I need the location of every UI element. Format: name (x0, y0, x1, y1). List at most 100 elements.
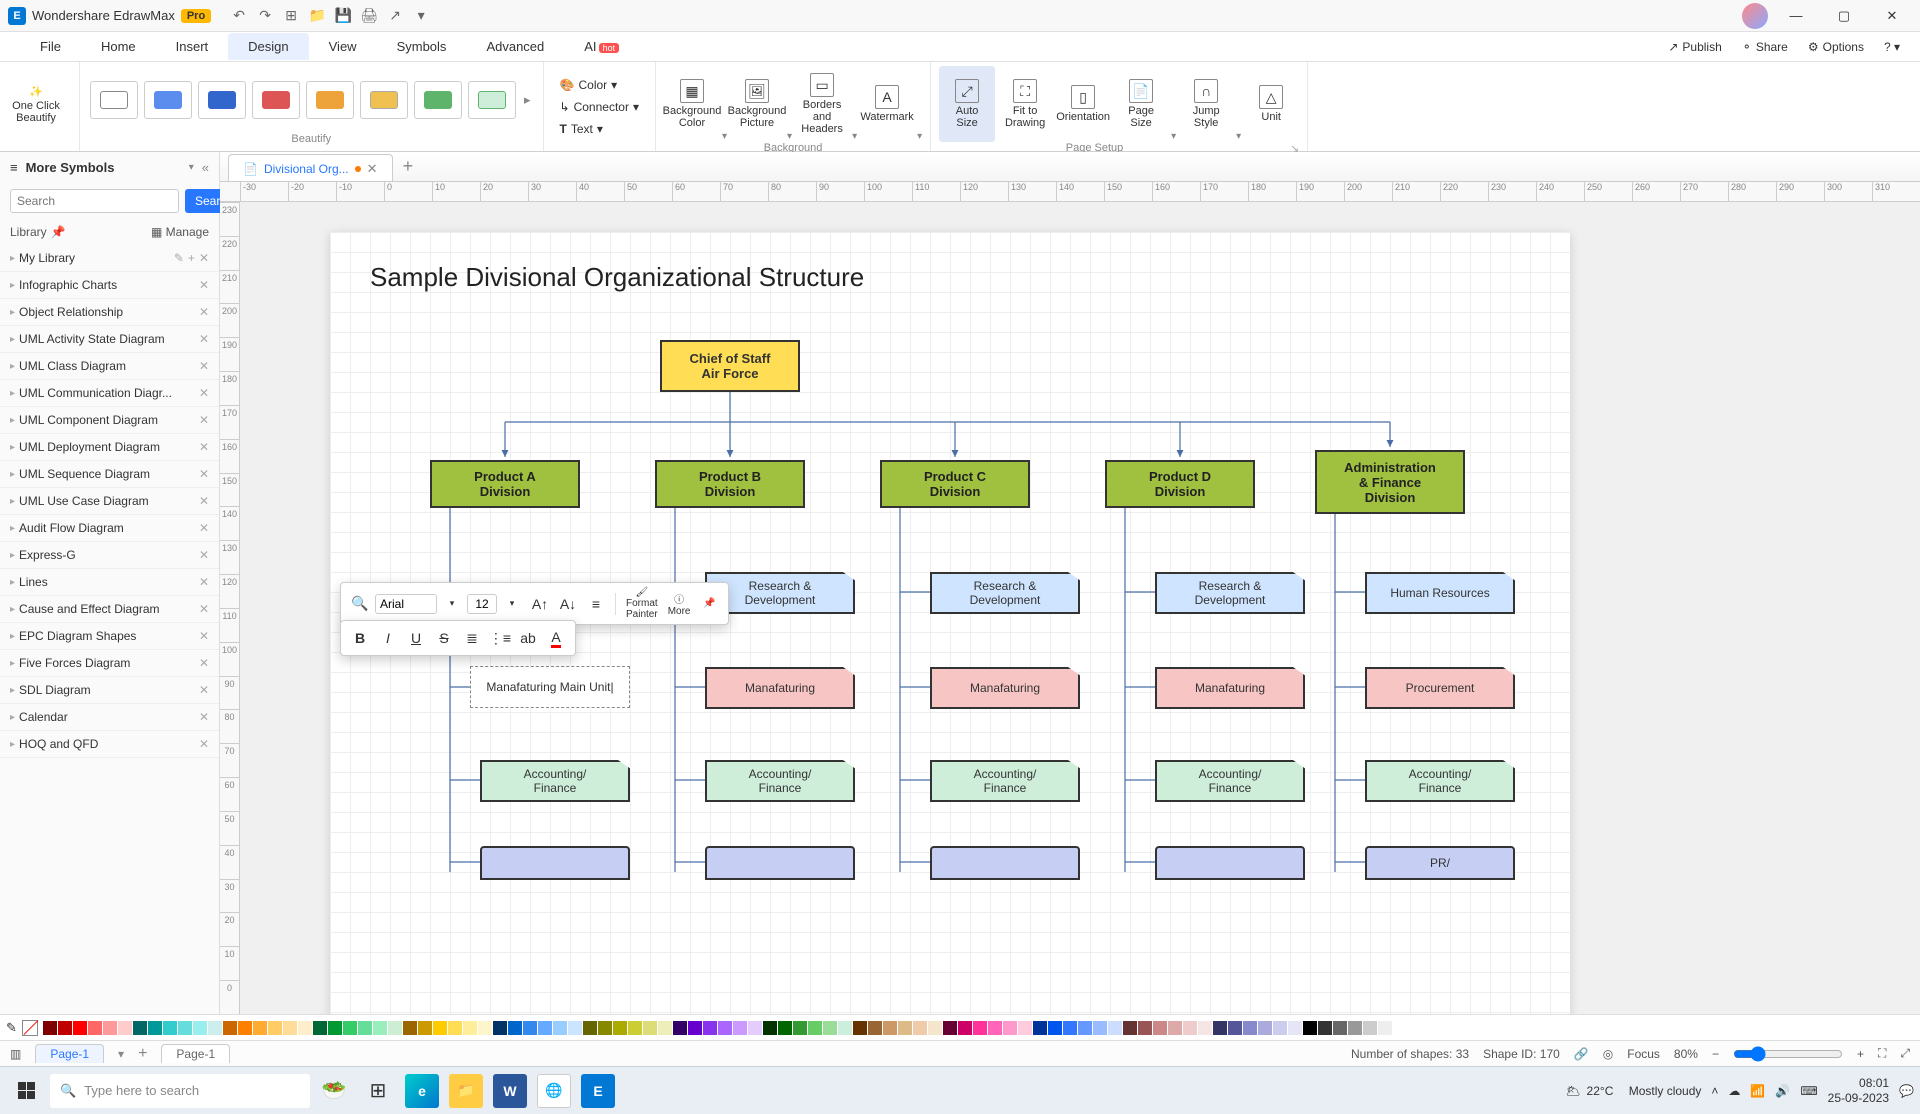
division-admin-box[interactable]: Administration & Finance Division (1315, 450, 1465, 514)
fit-to-drawing-button[interactable]: ⛶Fit to Drawing (997, 66, 1053, 142)
bullet-list-icon[interactable]: ⋮≡ (487, 625, 513, 651)
close-icon[interactable]: ✕ (199, 359, 209, 373)
close-icon[interactable]: ✕ (199, 278, 209, 292)
close-icon[interactable]: ✕ (199, 710, 209, 724)
taskbar-clock[interactable]: 08:01 25-09-2023 (1828, 1076, 1889, 1105)
strike-button[interactable]: S (431, 625, 457, 651)
menu-view[interactable]: View (309, 33, 377, 60)
close-icon[interactable]: ✕ (199, 386, 209, 400)
minimize-button[interactable]: — (1776, 0, 1816, 32)
auto-size-button[interactable]: ⤢Auto Size (939, 66, 995, 142)
color-swatch[interactable] (463, 1021, 477, 1035)
help-button[interactable]: ? ▾ (1876, 36, 1908, 58)
color-swatch[interactable] (1363, 1021, 1377, 1035)
orientation-button[interactable]: ▯Orientation (1055, 66, 1111, 142)
color-swatch[interactable] (928, 1021, 942, 1035)
style-preset-3[interactable] (198, 81, 246, 119)
color-swatch[interactable] (898, 1021, 912, 1035)
color-swatch[interactable] (148, 1021, 162, 1035)
division-b-box[interactable]: Product B Division (655, 460, 805, 508)
font-family-input[interactable] (375, 594, 437, 614)
sidebar-item-7[interactable]: ▸UML Sequence Diagram✕ (0, 461, 219, 488)
taskbar-food-icon[interactable]: 🥗 (314, 1071, 354, 1111)
color-swatch[interactable] (73, 1021, 87, 1035)
pr-box-admin[interactable]: PR/ (1365, 846, 1515, 880)
collapse-sidebar-icon[interactable]: « (202, 160, 209, 175)
diagram-title[interactable]: Sample Divisional Organizational Structu… (370, 262, 864, 293)
italic-button[interactable]: I (375, 625, 401, 651)
pr-box-b[interactable] (705, 846, 855, 880)
no-color-swatch[interactable] (22, 1020, 38, 1036)
color-swatch[interactable] (433, 1021, 447, 1035)
close-icon[interactable]: ✕ (199, 521, 209, 535)
user-avatar[interactable] (1742, 3, 1768, 29)
color-swatch[interactable] (58, 1021, 72, 1035)
color-swatch[interactable] (313, 1021, 327, 1035)
color-swatch[interactable] (688, 1021, 702, 1035)
decrease-font-icon[interactable]: A↓ (555, 591, 581, 617)
font-dropdown-icon[interactable]: ▾ (439, 591, 465, 617)
canvas[interactable]: Sample Divisional Organizational Structu… (240, 202, 1920, 1014)
sidebar-item-11[interactable]: ▸Lines✕ (0, 569, 219, 596)
style-preset-1[interactable] (90, 81, 138, 119)
close-icon[interactable]: ✕ (199, 332, 209, 346)
color-swatch[interactable] (88, 1021, 102, 1035)
color-swatch[interactable] (553, 1021, 567, 1035)
color-swatch[interactable] (1048, 1021, 1062, 1035)
sidebar-item-5[interactable]: ▸UML Component Diagram✕ (0, 407, 219, 434)
acct-box-a[interactable]: Accounting/ Finance (480, 760, 630, 802)
color-swatch[interactable] (883, 1021, 897, 1035)
focus-label[interactable]: Focus (1627, 1047, 1660, 1061)
color-swatch[interactable] (1168, 1021, 1182, 1035)
unit-button[interactable]: △Unit (1243, 66, 1299, 142)
color-swatch[interactable] (1243, 1021, 1257, 1035)
close-tab-icon[interactable]: ✕ (367, 161, 378, 177)
redo-icon[interactable]: ↷ (257, 8, 273, 24)
color-swatch[interactable] (1303, 1021, 1317, 1035)
color-swatch[interactable] (568, 1021, 582, 1035)
link-icon[interactable]: 🔗 (1574, 1047, 1589, 1061)
taskbar-search[interactable]: 🔍 Type here to search (50, 1074, 310, 1108)
library-label[interactable]: Library (10, 225, 47, 239)
maximize-button[interactable]: ▢ (1824, 0, 1864, 32)
color-swatch[interactable] (778, 1021, 792, 1035)
menu-symbols[interactable]: Symbols (377, 33, 467, 60)
share-button[interactable]: ⚬ Share (1734, 36, 1796, 58)
open-icon[interactable]: 📁 (309, 8, 325, 24)
color-swatch[interactable] (253, 1021, 267, 1035)
color-swatch[interactable] (478, 1021, 492, 1035)
color-swatch[interactable] (238, 1021, 252, 1035)
close-icon[interactable]: ✕ (199, 305, 209, 319)
print-icon[interactable]: 🖨 (361, 8, 377, 24)
rd-box-c[interactable]: Research & Development (930, 572, 1080, 614)
color-swatch[interactable] (1018, 1021, 1032, 1035)
pr-box-d[interactable] (1155, 846, 1305, 880)
color-swatch[interactable] (133, 1021, 147, 1035)
color-swatch[interactable] (943, 1021, 957, 1035)
man-box-d[interactable]: Manafaturing (1155, 667, 1305, 709)
color-swatch[interactable] (868, 1021, 882, 1035)
color-swatch[interactable] (718, 1021, 732, 1035)
edrawmax-taskbar-icon[interactable]: E (578, 1071, 618, 1111)
acct-box-d[interactable]: Accounting/ Finance (1155, 760, 1305, 802)
add-icon[interactable]: + (188, 251, 195, 265)
pr-box-c[interactable] (930, 846, 1080, 880)
color-swatch[interactable] (508, 1021, 522, 1035)
close-icon[interactable]: ✕ (199, 575, 209, 589)
increase-font-icon[interactable]: A↑ (527, 591, 553, 617)
target-icon[interactable]: ◎ (1603, 1047, 1613, 1061)
sidebar-item-6[interactable]: ▸UML Deployment Diagram✕ (0, 434, 219, 461)
acct-box-b[interactable]: Accounting/ Finance (705, 760, 855, 802)
save-icon[interactable]: 💾 (335, 8, 351, 24)
color-swatch[interactable] (823, 1021, 837, 1035)
bg-picture-button[interactable]: 🖼Background Picture (729, 66, 785, 142)
color-swatch[interactable] (343, 1021, 357, 1035)
close-icon[interactable]: ✕ (199, 683, 209, 697)
close-icon[interactable]: ✕ (199, 656, 209, 670)
hamburger-icon[interactable]: ≡ (10, 160, 18, 175)
close-icon[interactable]: ✕ (199, 413, 209, 427)
color-swatch[interactable] (358, 1021, 372, 1035)
color-swatch[interactable] (1183, 1021, 1197, 1035)
color-swatch[interactable] (283, 1021, 297, 1035)
text-dropdown[interactable]: T Text ▾ (552, 119, 647, 139)
